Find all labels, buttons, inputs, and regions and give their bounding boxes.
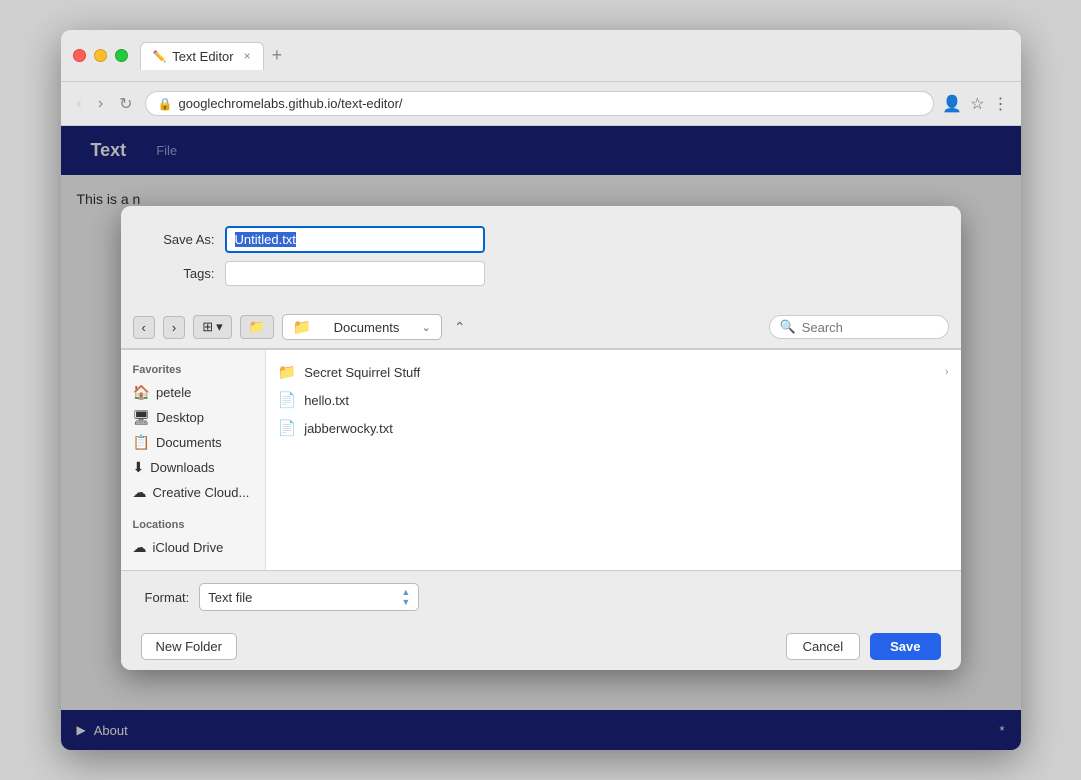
tab-bar: ✏️ Text Editor × + (140, 42, 1009, 70)
active-tab[interactable]: ✏️ Text Editor × (140, 42, 264, 70)
sidebar-item-documents[interactable]: 📋 Documents (121, 430, 265, 455)
format-row: Format: Text file ▲ ▼ (121, 571, 961, 623)
maximize-button[interactable] (115, 49, 128, 62)
tab-title: Text Editor (172, 49, 233, 64)
search-box: 🔍 (769, 315, 949, 339)
format-value: Text file (208, 590, 252, 605)
title-bar: ✏️ Text Editor × + (61, 30, 1021, 82)
txt-file-icon: 📄 (278, 419, 297, 437)
sidebar-item-creative-cloud[interactable]: ☁ Creative Cloud... (121, 480, 265, 505)
location-chevron-icon: ⌄ (422, 321, 431, 334)
view-dropdown-icon: ▾ (216, 319, 223, 335)
sidebar-item-desktop[interactable]: 🖥 Desktop (121, 405, 265, 430)
format-select[interactable]: Text file ▲ ▼ (199, 583, 419, 611)
txt-file-icon: 📄 (278, 391, 297, 409)
search-icon: 🔍 (780, 319, 796, 335)
view-toggle-button[interactable]: ⊞ ▾ (193, 315, 231, 339)
cloud-icon: ☁ (133, 484, 147, 501)
file-name: Secret Squirrel Stuff (304, 365, 420, 380)
file-list: 📁 Secret Squirrel Stuff › 📄 hello.txt 📄 … (266, 350, 961, 570)
icloud-icon: ☁ (133, 539, 147, 556)
dialog-overlay: Save As: Tags: ‹ › (61, 126, 1021, 750)
save-as-label: Save As: (145, 232, 215, 247)
downloads-icon: ⬇ (133, 459, 145, 476)
locations-label: Locations (121, 515, 265, 535)
tags-row: Tags: (145, 261, 937, 286)
forward-nav-button[interactable]: › (163, 316, 185, 339)
file-name: jabberwocky.txt (304, 421, 393, 436)
folder-icon: 📁 (249, 319, 265, 335)
page-content: Text File This is a n ▶ About * Save As: (61, 126, 1021, 750)
save-as-row: Save As: (145, 226, 937, 253)
folder-arrow-icon: › (945, 366, 949, 378)
refresh-button[interactable]: ↻ (115, 90, 136, 118)
dialog-toolbar: ‹ › ⊞ ▾ 📁 📁 Documents ⌄ (121, 306, 961, 349)
address-bar: ‹ › ↻ 🔒 googlechromelabs.github.io/text-… (61, 82, 1021, 126)
sidebar-item-petele-label: petele (156, 385, 191, 400)
location-name: Documents (334, 320, 400, 335)
sidebar-item-icloud-label: iCloud Drive (153, 540, 224, 555)
tab-favicon-icon: ✏️ (153, 50, 167, 63)
tab-close-icon[interactable]: × (244, 49, 251, 63)
cancel-button[interactable]: Cancel (786, 633, 860, 660)
format-arrows-icon: ▲ ▼ (401, 587, 410, 607)
file-name: hello.txt (304, 393, 349, 408)
expand-icon[interactable]: ⌃ (454, 319, 466, 336)
address-bar-input[interactable]: 🔒 googlechromelabs.github.io/text-editor… (145, 91, 935, 116)
save-button[interactable]: Save (870, 633, 940, 660)
file-item-jabberwocky[interactable]: 📄 jabberwocky.txt (266, 414, 961, 442)
forward-icon: › (172, 320, 176, 335)
minimize-button[interactable] (94, 49, 107, 62)
sidebar-item-desktop-label: Desktop (156, 410, 204, 425)
lock-icon: 🔒 (158, 97, 173, 111)
menu-icon[interactable]: ⋮ (993, 94, 1009, 114)
new-tab-button[interactable]: + (272, 45, 283, 66)
close-button[interactable] (73, 49, 86, 62)
location-selector[interactable]: 📁 Documents ⌄ (282, 314, 442, 340)
sidebar-item-icloud[interactable]: ☁ iCloud Drive (121, 535, 265, 560)
sidebar-item-downloads[interactable]: ⬇ Downloads (121, 455, 265, 480)
account-icon[interactable]: 👤 (942, 94, 962, 114)
desktop-icon: 🖥 (133, 409, 151, 426)
file-item-secret-squirrel[interactable]: 📁 Secret Squirrel Stuff › (266, 358, 961, 386)
home-icon: 🏠 (133, 384, 150, 401)
search-input[interactable] (802, 320, 938, 335)
documents-icon: 📋 (133, 434, 150, 451)
back-icon: ‹ (142, 320, 146, 335)
sidebar-item-documents-label: Documents (156, 435, 222, 450)
sidebar-item-creative-cloud-label: Creative Cloud... (153, 485, 250, 500)
file-item-hello[interactable]: 📄 hello.txt (266, 386, 961, 414)
forward-button[interactable]: › (94, 91, 107, 117)
url-display: googlechromelabs.github.io/text-editor/ (179, 96, 922, 111)
favorites-label: Favorites (121, 360, 265, 380)
sidebar-item-downloads-label: Downloads (150, 460, 214, 475)
location-folder-icon: 📁 (293, 318, 312, 336)
new-folder-inline-button[interactable]: 📁 (240, 315, 274, 339)
star-icon[interactable]: ☆ (970, 94, 984, 114)
file-browser: Favorites 🏠 petele 🖥 Desktop 📋 Documents (121, 349, 961, 571)
folder-icon: 📁 (278, 363, 297, 381)
new-folder-button[interactable]: New Folder (141, 633, 237, 660)
back-nav-button[interactable]: ‹ (133, 316, 155, 339)
sidebar-item-petele[interactable]: 🏠 petele (121, 380, 265, 405)
dialog-actions: New Folder Cancel Save (121, 623, 961, 670)
save-dialog: Save As: Tags: ‹ › (121, 206, 961, 670)
sidebar: Favorites 🏠 petele 🖥 Desktop 📋 Documents (121, 350, 266, 570)
dialog-top: Save As: Tags: (121, 206, 961, 306)
traffic-lights (73, 49, 128, 62)
browser-toolbar-icons: 👤 ☆ ⋮ (942, 94, 1008, 114)
tags-label: Tags: (145, 266, 215, 281)
view-icon: ⊞ (202, 319, 213, 335)
save-as-input[interactable] (225, 226, 485, 253)
format-label: Format: (145, 590, 190, 605)
tags-input[interactable] (225, 261, 485, 286)
dialog-buttons: Cancel Save (786, 633, 941, 660)
back-button[interactable]: ‹ (73, 91, 86, 117)
browser-window: ✏️ Text Editor × + ‹ › ↻ 🔒 googlechromel… (61, 30, 1021, 750)
